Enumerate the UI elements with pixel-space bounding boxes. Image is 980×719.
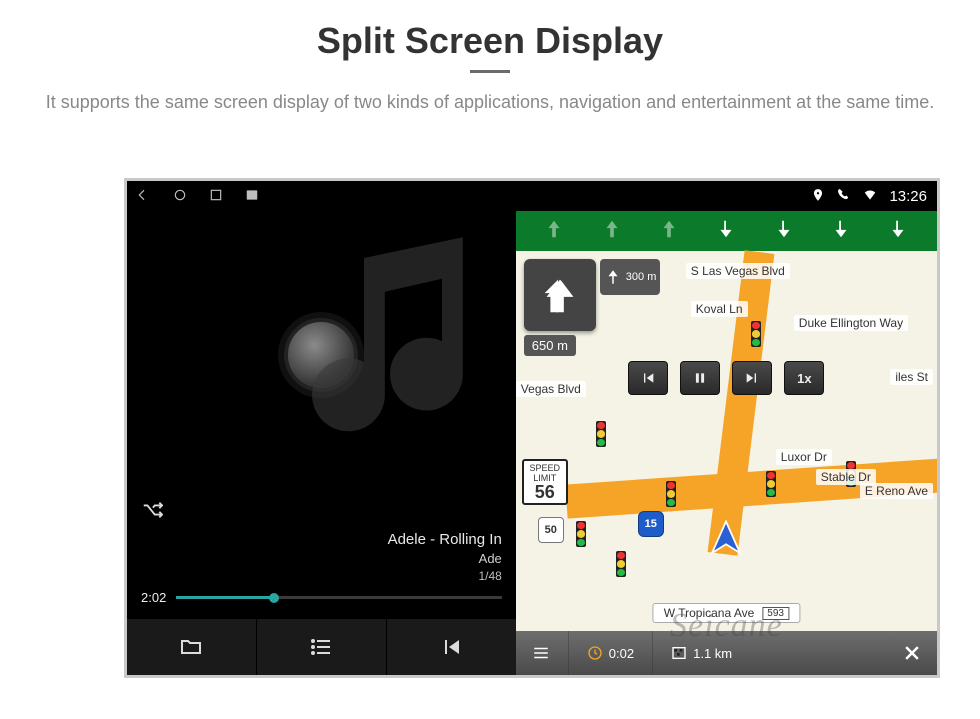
route-shield: 50 — [538, 517, 564, 543]
next-turn-distance: 300 m — [626, 271, 657, 283]
street-label: iles St — [890, 369, 933, 385]
lane-arrow-icon — [715, 216, 737, 247]
lane-guidance-bar — [516, 211, 937, 251]
image-icon — [245, 188, 259, 205]
music-artwork — [127, 211, 516, 499]
distance-segment: 1.1 km — [663, 645, 740, 661]
back-icon[interactable] — [137, 188, 151, 205]
track-artist: Ade — [141, 550, 502, 568]
street-number: 593 — [762, 607, 789, 620]
seek-bar[interactable] — [176, 596, 501, 599]
turn-instruction — [524, 259, 596, 331]
title-underline — [470, 70, 510, 73]
shuffle-icon[interactable] — [141, 499, 163, 526]
street-label: S Las Vegas Blvd — [686, 263, 790, 279]
map-footer: 0:02 1.1 km — [516, 631, 937, 675]
wifi-icon — [863, 188, 877, 205]
track-title: Adele - Rolling In — [141, 530, 502, 550]
traffic-light-icon — [751, 321, 761, 347]
sim-next-button[interactable] — [732, 361, 772, 395]
eta-time: 0:02 — [609, 646, 634, 661]
traffic-light-icon — [596, 421, 606, 447]
lane-arrow-icon — [658, 216, 680, 247]
close-button[interactable] — [895, 636, 929, 670]
lane-arrow-icon — [601, 216, 623, 247]
phone-icon — [837, 188, 851, 205]
street-label: Luxor Dr — [776, 449, 832, 465]
next-turn: 300 m — [600, 259, 660, 295]
vehicle-arrow-icon — [705, 518, 747, 565]
status-bar: 13:26 — [127, 181, 937, 211]
sim-playback-controls: 1x — [628, 361, 824, 395]
elapsed-time: 2:02 — [141, 590, 166, 605]
street-label: Duke Ellington Way — [794, 315, 908, 331]
home-icon[interactable] — [173, 188, 187, 205]
street-name: W Tropicana Ave — [664, 606, 755, 620]
street-label: Koval Ln — [691, 301, 748, 317]
street-label: Vegas Blvd — [516, 381, 586, 397]
current-street: W Tropicana Ave 593 — [653, 603, 800, 623]
road-segment — [707, 250, 774, 555]
street-label: E Reno Ave — [860, 483, 933, 499]
page-subtitle: It supports the same screen display of t… — [40, 89, 940, 116]
clock-text: 13:26 — [889, 188, 927, 205]
music-pane: Adele - Rolling In Ade 1/48 2:02 — [127, 211, 516, 675]
interstate-shield: 15 — [638, 511, 664, 537]
folder-button[interactable] — [127, 619, 256, 675]
page-title: Split Screen Display — [30, 20, 950, 62]
location-icon — [811, 188, 825, 205]
lane-arrow-icon — [830, 216, 852, 247]
traffic-light-icon — [666, 481, 676, 507]
sim-speed-button[interactable]: 1x — [784, 361, 824, 395]
eta-segment: 0:02 — [579, 645, 642, 661]
track-count: 1/48 — [141, 568, 502, 584]
lane-arrow-icon — [887, 216, 909, 247]
music-note-icon — [286, 211, 516, 476]
previous-button[interactable] — [387, 619, 516, 675]
lane-arrow-icon — [773, 216, 795, 247]
recent-apps-icon[interactable] — [209, 188, 223, 205]
traffic-light-icon — [766, 471, 776, 497]
playlist-button[interactable] — [257, 619, 386, 675]
remaining-distance: 1.1 km — [693, 646, 732, 661]
sim-prev-button[interactable] — [628, 361, 668, 395]
music-footer — [127, 619, 516, 675]
map-pane[interactable]: 300 m 650 m 1x SPEED LIMIT 56 — [516, 211, 937, 675]
turn-distance: 650 m — [524, 335, 576, 356]
speed-value: 56 — [524, 483, 566, 501]
lane-arrow-icon — [543, 216, 565, 247]
speed-label: SPEED LIMIT — [524, 463, 566, 483]
traffic-light-icon — [576, 521, 586, 547]
device-frame: 13:26 Adele - Rolling In Ade 1/48 — [124, 178, 940, 678]
menu-button[interactable] — [524, 644, 558, 662]
sim-pause-button[interactable] — [680, 361, 720, 395]
traffic-light-icon — [616, 551, 626, 577]
speed-limit-sign: SPEED LIMIT 56 — [522, 459, 568, 505]
